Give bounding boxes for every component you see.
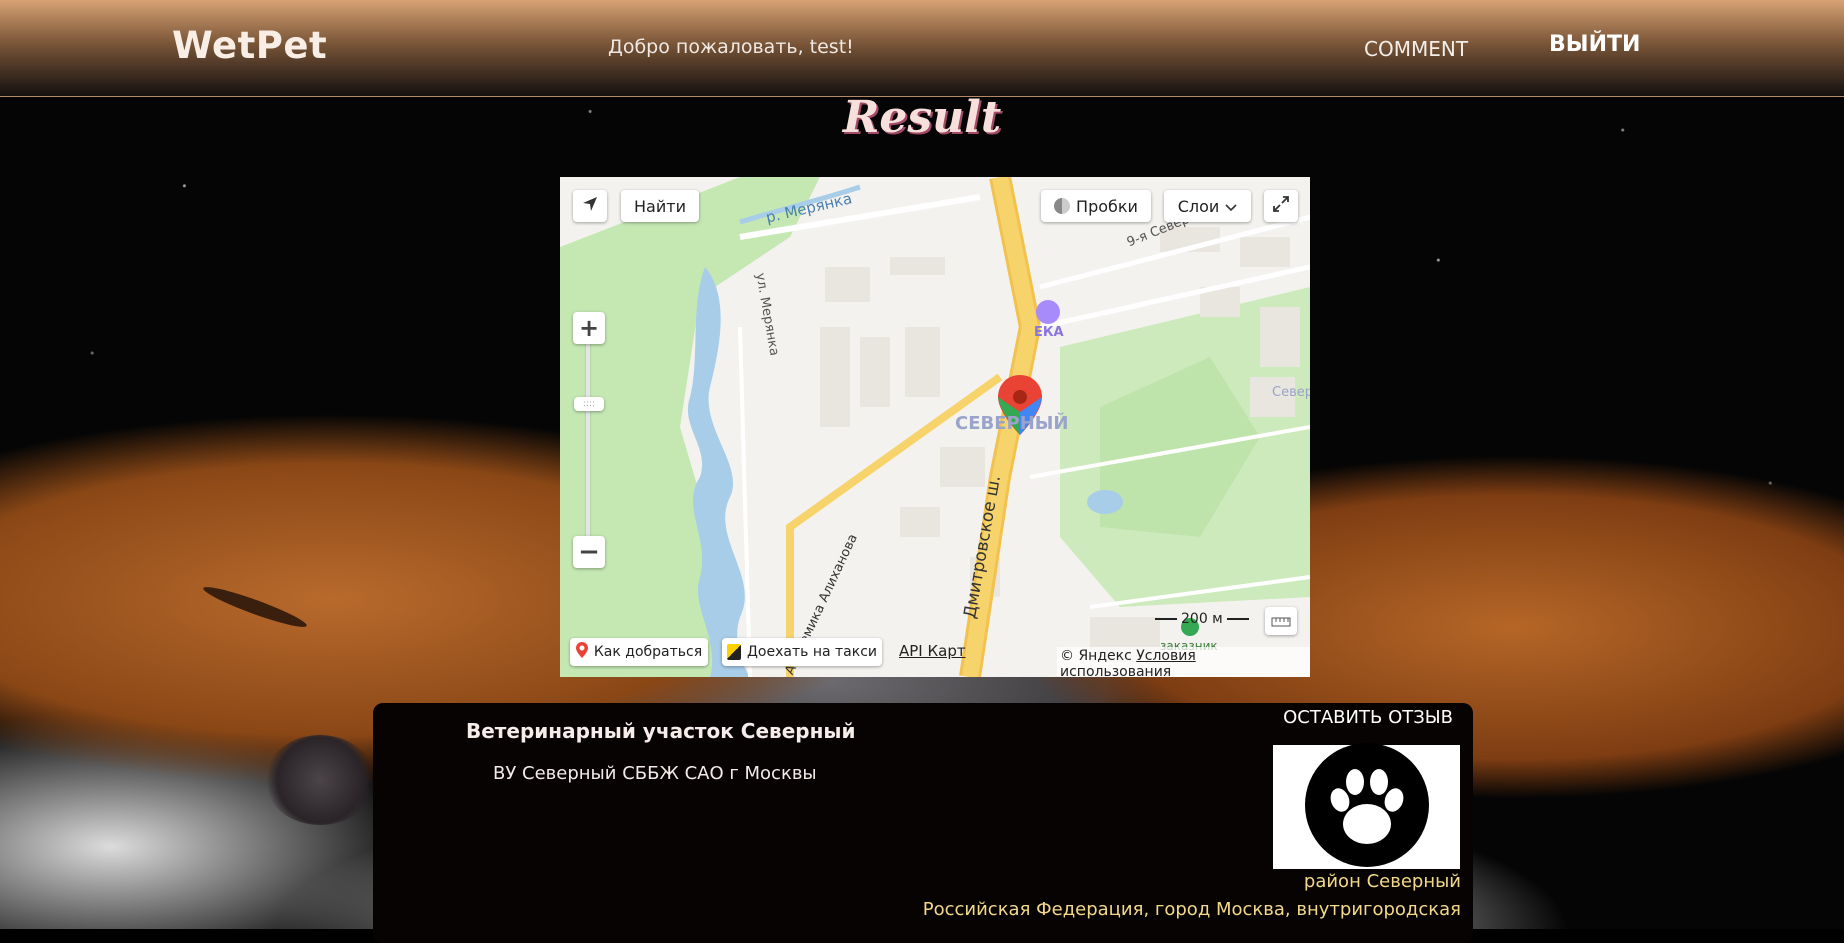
geolocation-button[interactable] bbox=[573, 190, 607, 222]
traffic-icon bbox=[1054, 198, 1071, 214]
clinic-name: Ветеринарный участок Северный bbox=[466, 719, 856, 743]
route-label: Как добраться bbox=[593, 644, 703, 660]
minus-icon: − bbox=[578, 537, 600, 567]
dog-nose bbox=[265, 735, 375, 825]
nav-logout-link[interactable]: ВЫЙТИ bbox=[1549, 32, 1640, 57]
leave-review-button[interactable]: ОСТАВИТЬ ОТЗЫВ bbox=[1283, 707, 1453, 728]
taxi-button[interactable]: Доехать на такси bbox=[722, 638, 882, 666]
route-button[interactable]: Как добраться bbox=[570, 638, 708, 666]
paw-icon bbox=[1304, 742, 1430, 872]
find-button[interactable]: Найти bbox=[621, 190, 699, 222]
fullscreen-button[interactable] bbox=[1264, 190, 1298, 222]
ruler-icon bbox=[1271, 612, 1291, 631]
page-title: Result bbox=[842, 92, 1002, 143]
taxi-label: Доехать на такси bbox=[746, 644, 877, 660]
clinic-district: район Северный bbox=[1303, 871, 1461, 892]
map-label-poi: ЕКА bbox=[1034, 325, 1064, 340]
top-header: WetPet Добро пожаловать, test! COMMENT В… bbox=[0, 0, 1844, 97]
plus-icon: + bbox=[578, 314, 600, 342]
zoom-slider-track[interactable] bbox=[586, 327, 590, 557]
api-maps-link[interactable]: API Карт bbox=[899, 642, 966, 660]
zoom-slider-handle[interactable]: :::: bbox=[574, 397, 604, 411]
map-label-district: СЕВЕРНЫЙ bbox=[955, 413, 1069, 434]
map-copyright: © Яндекс Условия использования bbox=[1057, 647, 1310, 677]
welcome-text: Добро пожаловать, test! bbox=[608, 36, 854, 58]
nav-comment-link[interactable]: COMMENT bbox=[1364, 37, 1468, 61]
layers-button[interactable]: Слои bbox=[1164, 190, 1251, 222]
layers-label: Слои bbox=[1177, 196, 1220, 216]
copyright-text: © Яндекс bbox=[1060, 648, 1132, 664]
ruler-button[interactable] bbox=[1265, 607, 1297, 635]
map-canvas[interactable] bbox=[560, 177, 1310, 677]
site-logo[interactable]: WetPet bbox=[172, 24, 327, 67]
map-label-area: Север bbox=[1272, 385, 1310, 400]
taxi-icon bbox=[726, 644, 741, 660]
traffic-label: Пробки bbox=[1076, 196, 1138, 216]
map-pin-icon bbox=[575, 642, 588, 662]
map-widget[interactable]: р. Мерянка ул. Мерянка 9-я Северн Дмитро… bbox=[560, 177, 1310, 677]
expand-icon bbox=[1272, 195, 1290, 217]
zoom-out-button[interactable]: − bbox=[573, 536, 605, 568]
clinic-info-panel: Ветеринарный участок Северный ВУ Северны… bbox=[373, 703, 1473, 943]
map-scale: 200 м bbox=[1155, 611, 1249, 627]
scale-bar-left bbox=[1155, 618, 1177, 620]
traffic-button[interactable]: Пробки bbox=[1041, 190, 1151, 222]
clinic-logo bbox=[1273, 742, 1460, 872]
poi-icon bbox=[1036, 300, 1060, 324]
clinic-subtitle: ВУ Северный СББЖ САО г Москвы bbox=[493, 763, 817, 784]
scale-bar-right bbox=[1226, 618, 1249, 620]
clinic-address: Российская Федерация, город Москва, внут… bbox=[922, 899, 1461, 920]
navigation-arrow-icon bbox=[581, 195, 599, 217]
zoom-in-button[interactable]: + bbox=[573, 312, 605, 344]
scale-label: 200 м bbox=[1181, 611, 1223, 627]
grip-icon: :::: bbox=[582, 399, 596, 409]
chevron-down-icon bbox=[1225, 197, 1237, 216]
